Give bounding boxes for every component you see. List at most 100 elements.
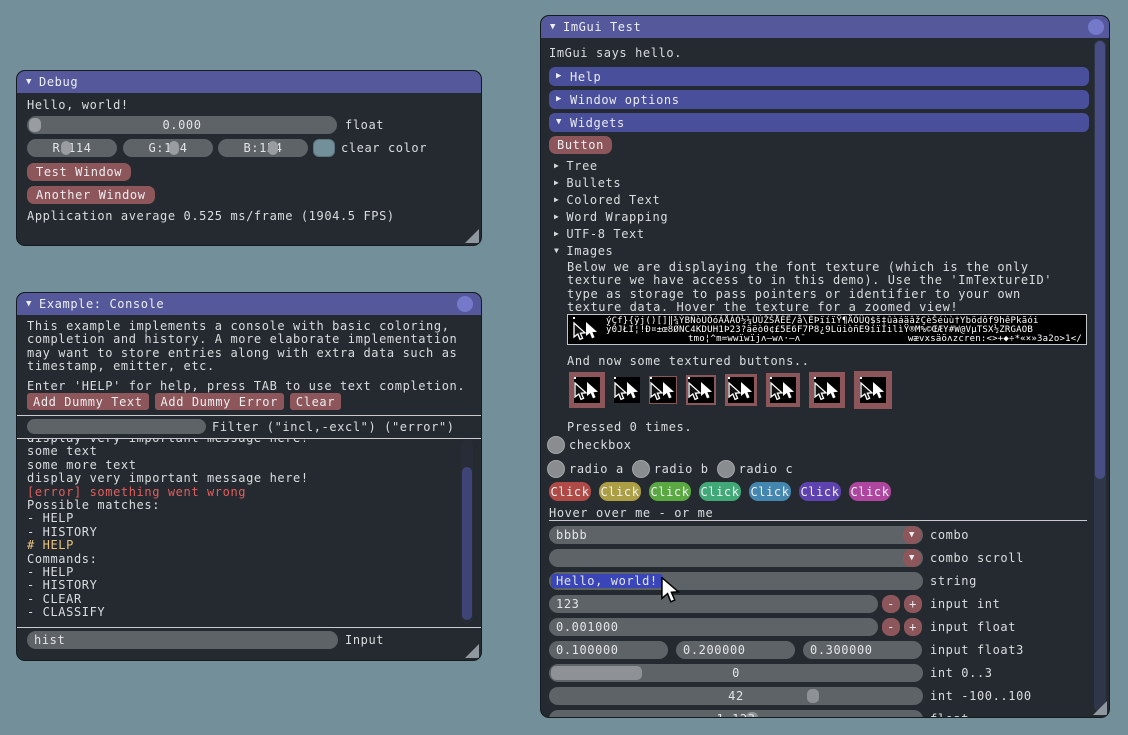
debug-resize-grip[interactable] <box>465 229 479 243</box>
separator <box>17 627 482 628</box>
imgui-hello-text: ImGui says hello. <box>549 46 682 60</box>
slider-float[interactable]: 1.123 <box>549 710 923 718</box>
console-action-button[interactable]: Add Dummy Error <box>155 393 284 410</box>
collapse-triangle-icon[interactable]: ▼ <box>550 23 556 32</box>
textured-image-button[interactable] <box>614 377 640 403</box>
tree-arrow-icon[interactable]: ▶ <box>554 162 559 170</box>
radio-option[interactable]: radio a <box>547 460 624 478</box>
input-float-minus-button[interactable]: - <box>882 618 900 636</box>
hover-over-me-text[interactable]: Hover over me - or me <box>549 506 713 520</box>
tree-node[interactable]: ▶ Colored Text <box>554 191 668 208</box>
console-action-button[interactable]: Add Dummy Text <box>27 393 149 410</box>
button-widget[interactable]: Button <box>549 136 612 154</box>
console-action-button[interactable]: Clear <box>290 393 341 410</box>
console-command-input[interactable]: hist <box>27 631 338 649</box>
imgui-scrollbar-thumb[interactable] <box>1095 41 1105 479</box>
tree-arrow-icon[interactable]: ▶ <box>554 213 559 221</box>
slider-int-100[interactable]: 42 <box>549 687 923 705</box>
tree-arrow-icon[interactable]: ▼ <box>554 247 559 255</box>
tree-arrow-icon[interactable]: ▶ <box>554 179 559 187</box>
header-widgets[interactable]: ▼ Widgets <box>549 113 1089 132</box>
console-window-title: Example: Console <box>39 297 164 311</box>
color-red-grab[interactable] <box>61 141 71 155</box>
imgui-test-window: ▼ ImGui Test ImGui says hello. ▶ Help ▶ … <box>540 15 1110 718</box>
input-float3-cell[interactable]: 0.200000 <box>676 641 795 659</box>
checkbox[interactable] <box>547 436 565 454</box>
console-log-region[interactable]: display very important message here!some… <box>27 439 461 624</box>
textured-image-button[interactable] <box>766 373 800 407</box>
radio-button[interactable] <box>547 460 565 478</box>
click-button[interactable]: Click <box>849 482 891 501</box>
input-float3-cell[interactable]: 0.300000 <box>803 641 922 659</box>
click-button[interactable]: Click <box>749 482 791 501</box>
tree-node[interactable]: ▶ Bullets <box>554 174 668 191</box>
combo-widget[interactable]: bbbb ▼ <box>549 526 923 544</box>
collapse-triangle-icon[interactable]: ▼ <box>26 300 32 309</box>
textured-image-button[interactable] <box>649 376 677 404</box>
console-log-line: - CLEAR <box>27 593 461 606</box>
textured-image-button[interactable] <box>809 372 845 408</box>
tree-arrow-icon[interactable]: ▶ <box>554 230 559 238</box>
another-window-button[interactable]: Another Window <box>27 186 155 204</box>
tree-arrow-icon[interactable]: ▶ <box>554 196 559 204</box>
tree-node[interactable]: ▶ Word Wrapping <box>554 208 668 225</box>
input-float-plus-button[interactable]: + <box>904 618 922 636</box>
imgui-title-bar[interactable]: ▼ ImGui Test <box>541 16 1109 38</box>
input-float-field[interactable]: 0.001000 <box>549 618 878 636</box>
header-help[interactable]: ▶ Help <box>549 67 1089 86</box>
console-title-bar[interactable]: ▼ Example: Console <box>17 293 481 315</box>
collapse-triangle-icon[interactable]: ▼ <box>26 78 32 87</box>
filter-input[interactable] <box>27 419 206 434</box>
input-int-minus-button[interactable]: - <box>882 595 900 613</box>
click-button[interactable]: Click <box>549 482 591 501</box>
checkbox-label: checkbox <box>569 438 632 452</box>
console-scrollbar[interactable] <box>461 439 473 624</box>
color-blue-grab[interactable] <box>268 141 278 155</box>
float-slider-grab[interactable] <box>29 118 41 132</box>
color-blue-slider[interactable]: B:154 <box>218 139 308 157</box>
font-texture-image[interactable]: ýÇf}{ÿj()[]‖¾ÝBÑòÙÖóÃÅÀÒ½¼ÙÚŽŠÅÉÊ/å\ÈÞïí… <box>567 314 1087 345</box>
input-float3-cell[interactable]: 0.100000 <box>549 641 668 659</box>
console-scrollbar-thumb[interactable] <box>462 467 472 620</box>
float-slider[interactable]: 0.000 <box>27 116 337 134</box>
color-green-grab[interactable] <box>169 141 179 155</box>
input-int-field[interactable]: 123 <box>549 595 878 613</box>
input-int-plus-button[interactable]: + <box>904 595 922 613</box>
imgui-close-button[interactable] <box>1088 19 1104 35</box>
tree-node[interactable]: ▶ UTF-8 Text <box>554 225 668 242</box>
color-red-slider[interactable]: R:114 <box>27 139 117 157</box>
clear-color-label: clear color <box>341 139 427 157</box>
combo-scroll-widget[interactable]: ▼ <box>549 549 923 567</box>
radio-button[interactable] <box>632 460 650 478</box>
debug-title-bar[interactable]: ▼ Debug <box>17 71 481 93</box>
images-description-line: Below we are displaying the font texture… <box>567 261 1052 274</box>
textured-image-button[interactable] <box>725 374 757 406</box>
radio-option[interactable]: radio b <box>632 460 709 478</box>
combo-arrow-button[interactable]: ▼ <box>903 526 921 544</box>
console-log-line: some more text <box>27 459 461 472</box>
click-button[interactable]: Click <box>699 482 741 501</box>
radio-option[interactable]: radio c <box>717 460 794 478</box>
clear-color-swatch[interactable] <box>313 139 335 157</box>
cursor-glyphs-icon <box>614 377 640 403</box>
click-button[interactable]: Click <box>599 482 641 501</box>
radio-button[interactable] <box>717 460 735 478</box>
tree-node[interactable]: ▶ Tree <box>554 157 668 174</box>
slider-int-0-3[interactable]: 0 <box>549 664 923 682</box>
test-window-button[interactable]: Test Window <box>27 163 131 181</box>
imgui-resize-grip[interactable] <box>1093 701 1107 715</box>
textured-image-button[interactable] <box>686 375 716 405</box>
header-window-options[interactable]: ▶ Window options <box>549 90 1089 109</box>
tree-node[interactable]: ▼ Images <box>554 242 668 259</box>
float-slider-value: 0.000 <box>27 116 337 134</box>
click-button[interactable]: Click <box>799 482 841 501</box>
string-input[interactable]: Hello, world! <box>549 572 923 590</box>
console-resize-grip[interactable] <box>465 644 479 658</box>
color-green-slider[interactable]: G:144 <box>123 139 213 157</box>
textured-image-button[interactable] <box>569 372 605 408</box>
textured-image-button[interactable] <box>854 371 892 409</box>
click-button[interactable]: Click <box>649 482 691 501</box>
console-close-button[interactable] <box>457 296 473 312</box>
imgui-scrollbar[interactable] <box>1094 40 1106 712</box>
combo-scroll-arrow-button[interactable]: ▼ <box>903 549 921 567</box>
